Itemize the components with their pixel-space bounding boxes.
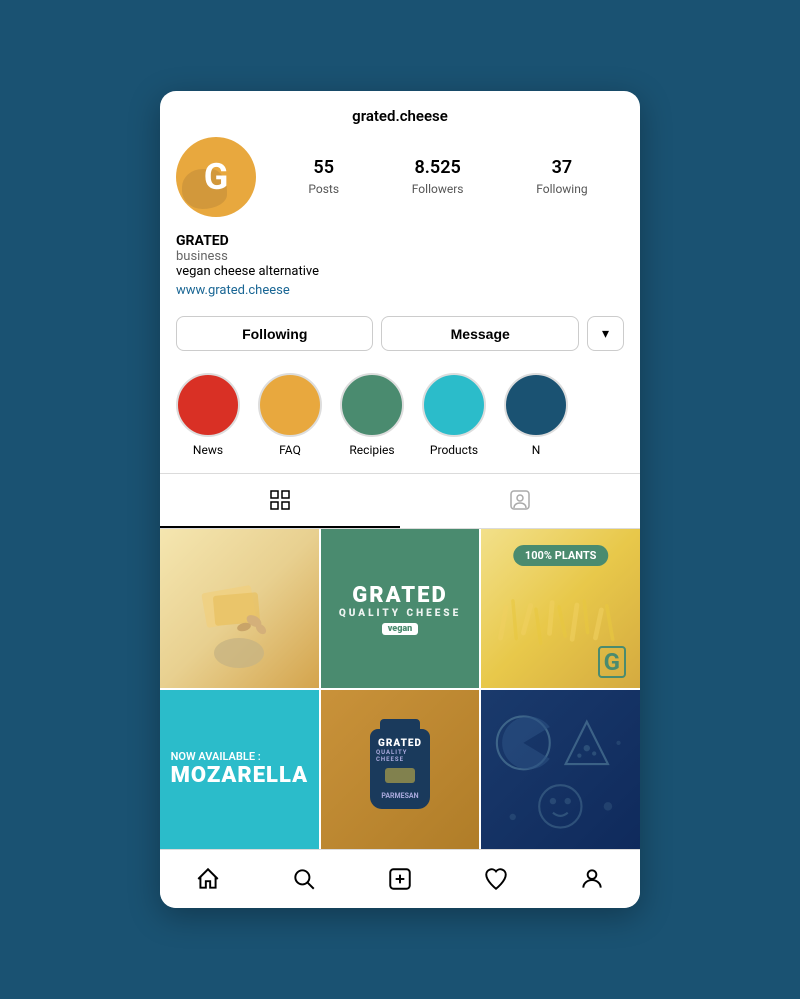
action-buttons: Following Message ▾ (160, 306, 640, 365)
profile-header: grated.cheese G 55 Posts 8.525 Followers (160, 91, 640, 306)
grid-img-doodle (481, 690, 640, 849)
following-label: Following (536, 182, 587, 196)
highlight-news-label: News (193, 443, 223, 457)
bag-brand: GRATED (378, 738, 422, 749)
nav-heart[interactable] (448, 858, 544, 900)
bio-section: GRATED business vegan cheese alternative… (176, 229, 624, 306)
followers-label: Followers (412, 182, 464, 196)
highlight-extra-label: N (532, 443, 541, 457)
bio-name: GRATED (176, 233, 624, 249)
nav-search[interactable] (256, 858, 352, 900)
plants-badge: 100% PLANTS (513, 545, 608, 566)
highlight-faq[interactable]: FAQ (258, 373, 322, 457)
tab-tagged[interactable] (400, 474, 640, 528)
highlight-news-circle (176, 373, 240, 437)
shredded-cheese-art (481, 593, 640, 688)
highlight-extra-circle (504, 373, 568, 437)
dropdown-button[interactable]: ▾ (587, 316, 624, 351)
brand-vegan: vegan (382, 623, 419, 635)
bio-link[interactable]: www.grated.cheese (176, 283, 290, 298)
grid-img-brand: GRATED QUALITY CHEESE vegan (321, 529, 480, 688)
avatar[interactable]: G (176, 137, 256, 217)
highlight-faq-circle (258, 373, 322, 437)
grid-item-doodle[interactable] (481, 690, 640, 849)
profile-icon (579, 866, 605, 892)
highlight-products-label: Products (430, 443, 478, 457)
doodle-overlay (481, 690, 640, 849)
bag-shape: GRATED QUALITY CHEESE PARMESAN (370, 729, 430, 809)
highlight-recipies-circle (340, 373, 404, 437)
following-button[interactable]: Following (176, 316, 373, 351)
bio-category: business (176, 249, 624, 264)
grid-item-plants[interactable]: 100% PLANTS G (481, 529, 640, 688)
mozarella-text: NOW AVAILABLE : MOZARELLA (160, 734, 319, 804)
grid-item-brand[interactable]: GRATED QUALITY CHEESE vegan (321, 529, 480, 688)
content-tab-bar (160, 473, 640, 529)
highlight-products[interactable]: Products (422, 373, 486, 457)
highlights-section: News FAQ Recipies Products N (160, 365, 640, 473)
bag-top (380, 719, 420, 731)
following-stat[interactable]: 37 Following (536, 157, 587, 197)
grid-img-cashews (160, 529, 319, 688)
photo-grid: GRATED QUALITY CHEESE vegan 100% PLANTS … (160, 529, 640, 848)
following-count: 37 (536, 157, 587, 178)
posts-label: Posts (308, 182, 339, 196)
grid-item-cashews[interactable] (160, 529, 319, 688)
grid-img-product-bag: GRATED QUALITY CHEESE PARMESAN (321, 690, 480, 849)
bottom-nav (160, 849, 640, 908)
home-icon (195, 866, 221, 892)
highlight-recipies-label: Recipies (349, 443, 394, 457)
tab-grid[interactable] (160, 474, 400, 528)
avatar-letter: G (204, 156, 229, 198)
highlight-faq-label: FAQ (279, 443, 301, 457)
posts-count: 55 (308, 157, 339, 178)
profile-info-row: G 55 Posts 8.525 Followers 37 Following (176, 137, 624, 229)
grid-icon (268, 488, 292, 512)
grid-item-mozarella[interactable]: NOW AVAILABLE : MOZARELLA (160, 690, 319, 849)
brand-name: GRATED (352, 583, 447, 608)
add-icon (387, 866, 413, 892)
followers-stat[interactable]: 8.525 Followers (412, 157, 464, 197)
moz-name: MOZARELLA (171, 763, 308, 788)
phone-container: grated.cheese G 55 Posts 8.525 Followers (160, 91, 640, 907)
followers-count: 8.525 (412, 157, 464, 178)
grid-img-mozarella: NOW AVAILABLE : MOZARELLA (160, 690, 319, 849)
brand-text: GRATED QUALITY CHEESE vegan (339, 583, 461, 635)
person-tag-icon (508, 488, 532, 512)
grid-img-plants: 100% PLANTS G (481, 529, 640, 688)
posts-stat[interactable]: 55 Posts (308, 157, 339, 197)
search-icon (291, 866, 317, 892)
message-button[interactable]: Message (381, 316, 578, 351)
moz-now: NOW AVAILABLE : (171, 750, 261, 763)
nav-add[interactable] (352, 858, 448, 900)
avatar-circle: G (176, 137, 256, 217)
heart-icon (483, 866, 509, 892)
nav-home[interactable] (160, 858, 256, 900)
nav-profile[interactable] (544, 858, 640, 900)
highlight-extra[interactable]: N (504, 373, 568, 457)
doodle-svg (481, 690, 640, 849)
bag-logo (380, 763, 420, 788)
bio-description: vegan cheese alternative (176, 264, 624, 279)
bag-product-sub: QUALITY CHEESE (376, 749, 424, 763)
highlight-recipies[interactable]: Recipies (340, 373, 404, 457)
brand-sub: QUALITY CHEESE (339, 608, 461, 619)
username: grated.cheese (176, 107, 624, 137)
highlight-products-circle (422, 373, 486, 437)
bag-parmesan: PARMESAN (381, 792, 418, 800)
highlight-news[interactable]: News (176, 373, 240, 457)
stats-row: 55 Posts 8.525 Followers 37 Following (272, 157, 624, 197)
grid-item-product-bag[interactable]: GRATED QUALITY CHEESE PARMESAN (321, 690, 480, 849)
product-bag: GRATED QUALITY CHEESE PARMESAN (370, 729, 430, 809)
